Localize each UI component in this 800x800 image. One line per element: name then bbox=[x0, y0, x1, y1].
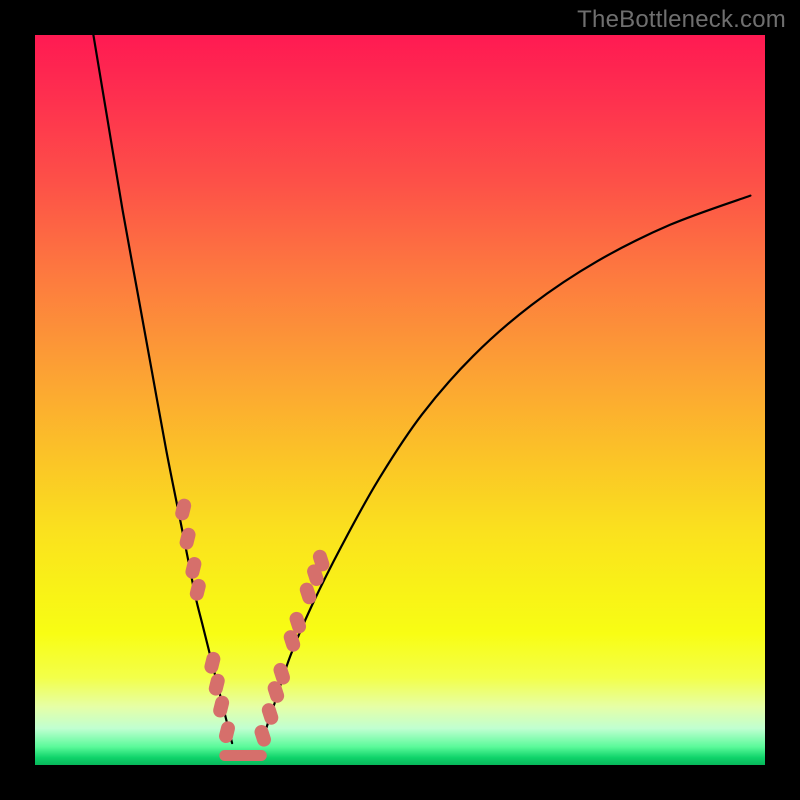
data-dot bbox=[203, 650, 222, 675]
chart-frame: TheBottleneck.com bbox=[0, 0, 800, 800]
data-dot bbox=[184, 556, 203, 581]
dot-layer bbox=[174, 497, 331, 755]
data-dot bbox=[178, 526, 197, 551]
plot-area bbox=[35, 35, 765, 765]
data-dot bbox=[207, 672, 226, 697]
watermark-text: TheBottleneck.com bbox=[577, 6, 786, 34]
data-dot bbox=[188, 577, 207, 602]
data-dot bbox=[212, 694, 231, 719]
left-curve bbox=[93, 35, 232, 743]
right-curve bbox=[261, 196, 750, 744]
data-dot bbox=[218, 720, 237, 745]
chart-svg bbox=[35, 35, 765, 765]
data-dot bbox=[260, 701, 280, 726]
curve-layer bbox=[93, 35, 750, 743]
data-dot bbox=[253, 723, 273, 748]
